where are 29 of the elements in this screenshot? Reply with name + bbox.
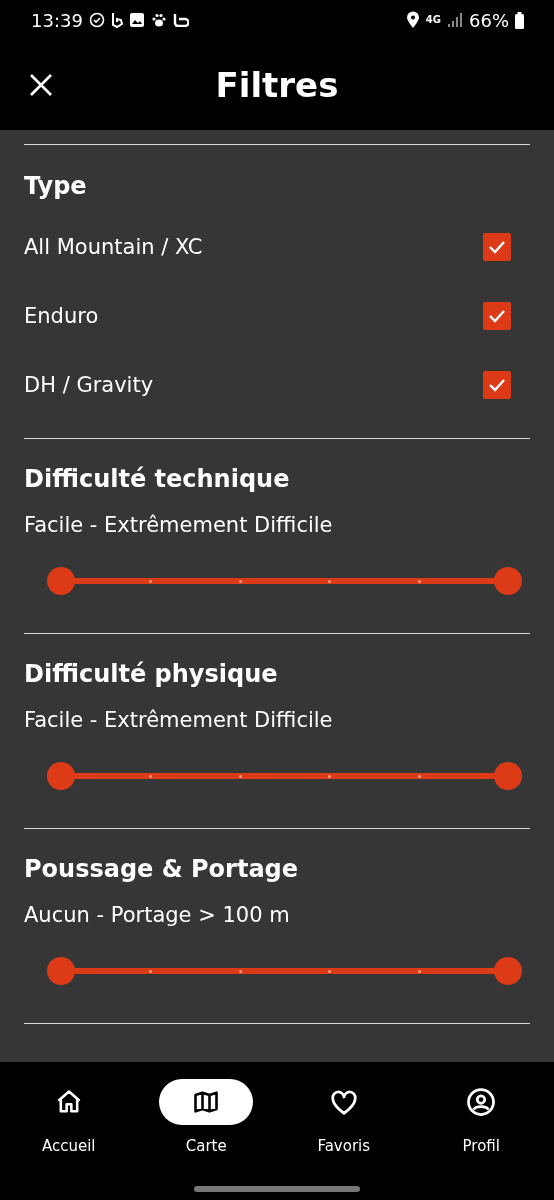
- network-type: 4G: [425, 15, 441, 25]
- check-circle-icon: [88, 12, 105, 28]
- app-logo-icon: [172, 13, 189, 27]
- app-logo-icon: [110, 12, 123, 28]
- section-title: Difficulté technique: [24, 464, 291, 494]
- range-summary: Aucun - Portage > 100 m: [24, 902, 291, 929]
- battery-percentage: 66%: [469, 9, 509, 31]
- location-icon: [405, 11, 420, 29]
- section-title: Difficulté physique: [24, 659, 279, 689]
- battery-icon: [515, 11, 524, 29]
- nav-tab[interactable]: Carte: [137, 1079, 275, 1155]
- range-summary: Facile - Extrêmement Difficile: [24, 512, 334, 539]
- signal-icon: [447, 12, 463, 28]
- paw-icon: [150, 12, 167, 28]
- section-title: Type: [24, 171, 88, 202]
- section-title: Poussage & Portage: [24, 854, 300, 884]
- page-title: Filtres: [215, 65, 339, 105]
- option-label: All Mountain / XC: [24, 234, 203, 259]
- option-label: DH / Gravity: [24, 372, 154, 397]
- nav-tab[interactable]: Favoris: [275, 1079, 413, 1155]
- range-summary: Facile - Extrêmement Difficile: [24, 707, 334, 734]
- checkbox[interactable]: [483, 232, 511, 261]
- image-icon: [128, 12, 145, 28]
- checkbox[interactable]: [483, 301, 511, 330]
- status-time: 13:39: [31, 9, 83, 31]
- option-label: Enduro: [24, 303, 99, 328]
- nav-tab[interactable]: Accueil: [0, 1079, 138, 1155]
- nav-tab[interactable]: Profil: [412, 1079, 550, 1155]
- checkbox[interactable]: [483, 370, 511, 399]
